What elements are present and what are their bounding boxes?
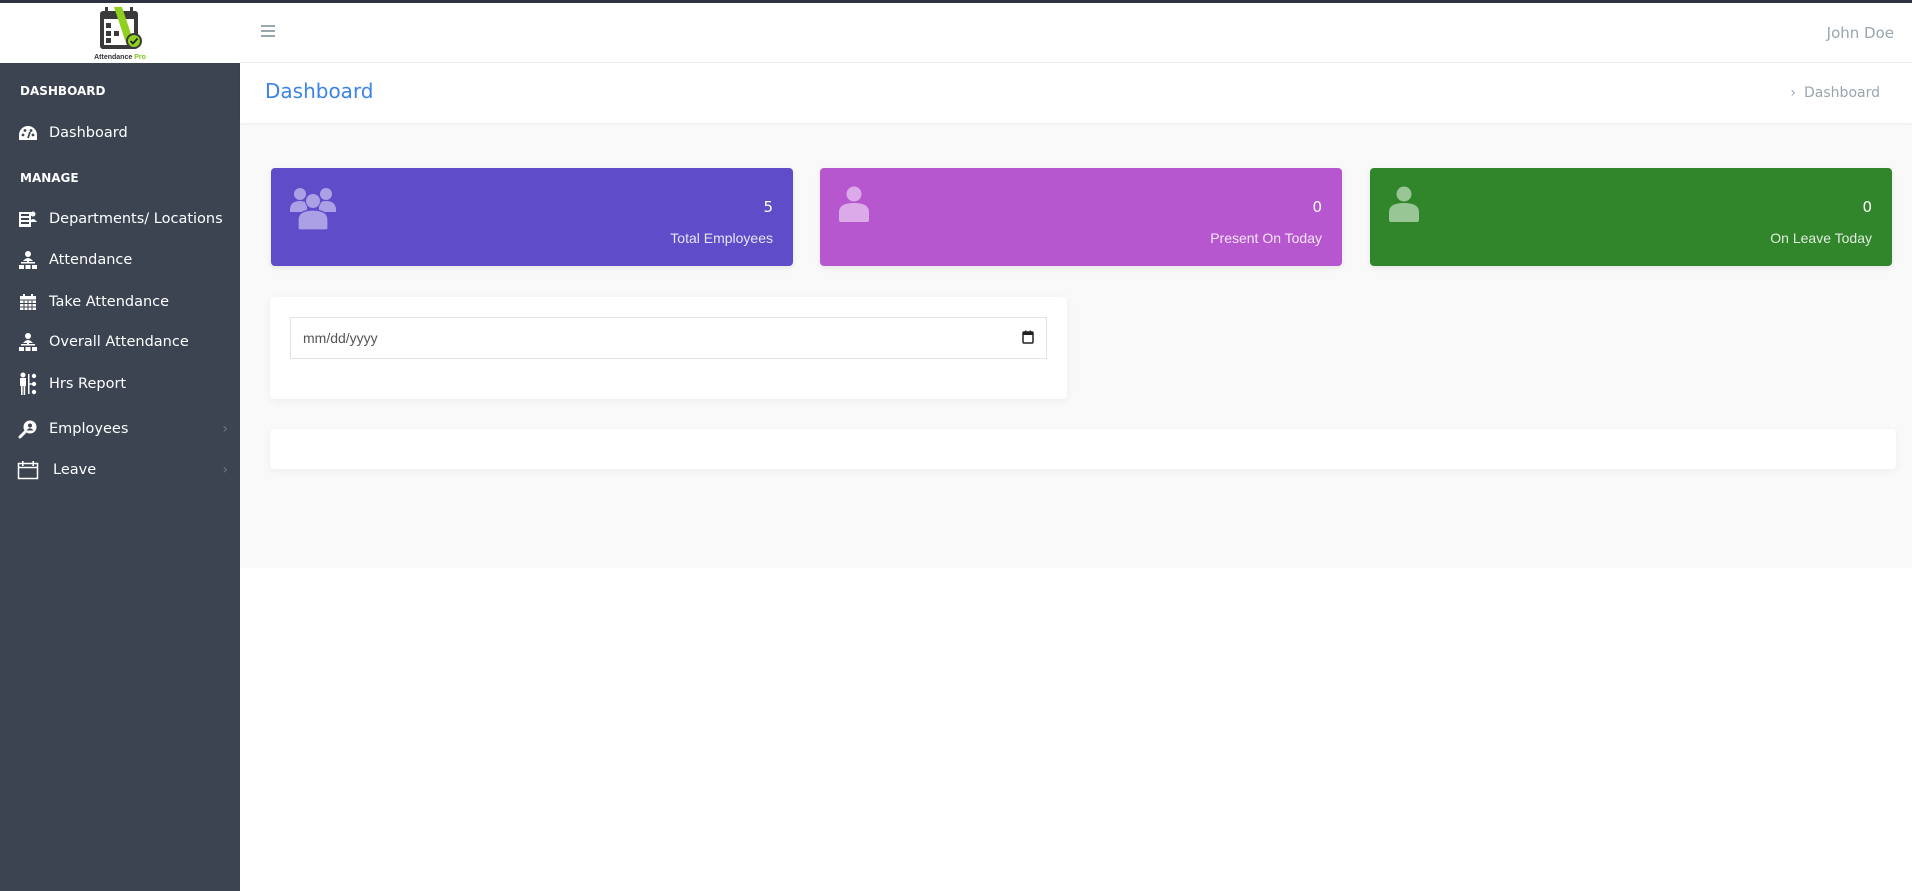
org-chart-icon	[17, 249, 39, 271]
sidebar-item-departments[interactable]: Departments/ Locations	[0, 202, 240, 236]
stat-label: Present On Today	[1210, 230, 1322, 246]
chevron-right-icon: ›	[222, 421, 228, 437]
date-filter-card: mm/dd/yyyy	[270, 297, 1067, 399]
logo-text-accent: Pro	[134, 54, 146, 61]
sidebar: DASHBOARD Dashboard MANAGE Departments/ …	[0, 63, 240, 891]
departments-icon	[17, 208, 39, 230]
breadcrumb-separator-icon: ›	[1790, 85, 1797, 101]
sidebar-item-label: Departments/ Locations	[49, 211, 223, 227]
sidebar-section-manage: MANAGE	[20, 171, 79, 185]
stat-label: Total Employees	[670, 230, 773, 246]
org-chart-icon	[17, 331, 39, 353]
stat-card-total-employees[interactable]: 5 Total Employees	[271, 168, 793, 266]
logo-text: Attendance Pro	[90, 54, 150, 61]
sidebar-item-overall-attendance[interactable]: Overall Attendance	[0, 325, 240, 359]
chevron-right-icon: ›	[222, 462, 228, 478]
user-menu[interactable]: John Doe	[1827, 24, 1894, 42]
results-card	[270, 429, 1896, 469]
date-input[interactable]: mm/dd/yyyy	[290, 317, 1047, 359]
sidebar-item-attendance[interactable]: Attendance	[0, 243, 240, 277]
stat-value: 0	[1312, 198, 1322, 216]
app-logo[interactable]: Attendance Pro	[90, 5, 150, 61]
stat-card-present-today[interactable]: 0 Present On Today	[820, 168, 1342, 266]
breadcrumb-item[interactable]: Dashboard	[1804, 85, 1880, 101]
page-title: Dashboard	[265, 79, 374, 103]
stat-value: 5	[763, 198, 773, 216]
logo-text-main: Attendance	[94, 54, 133, 61]
main-content: Dashboard › Dashboard 5 Total Employees 0…	[240, 63, 1912, 568]
calendar-icon	[17, 459, 39, 481]
hrs-report-icon	[17, 372, 39, 395]
user-icon	[1389, 186, 1419, 227]
sidebar-item-label: Attendance	[49, 252, 133, 268]
calendar-picker-icon[interactable]	[1022, 330, 1034, 347]
calendar-grid-icon	[17, 291, 39, 313]
sidebar-item-label: Hrs Report	[49, 376, 127, 392]
sidebar-item-label: Take Attendance	[49, 294, 170, 310]
logo-container[interactable]: Attendance Pro	[0, 3, 240, 63]
sidebar-item-take-attendance[interactable]: Take Attendance	[0, 285, 240, 319]
page-title-bar: Dashboard › Dashboard	[240, 63, 1912, 123]
sidebar-item-employees[interactable]: Employees ›	[0, 412, 240, 446]
user-icon	[839, 186, 869, 227]
sidebar-item-dashboard[interactable]: Dashboard	[0, 116, 240, 150]
stat-value: 0	[1862, 198, 1872, 216]
sidebar-section-dashboard: DASHBOARD	[20, 84, 106, 98]
date-input-placeholder: mm/dd/yyyy	[303, 330, 378, 346]
topbar: John Doe	[240, 3, 1912, 63]
sidebar-item-hrs-report[interactable]: Hrs Report	[0, 367, 240, 401]
users-icon	[290, 186, 336, 235]
search-user-icon	[17, 418, 39, 440]
sidebar-item-leave[interactable]: Leave ›	[0, 453, 240, 487]
stat-label: On Leave Today	[1770, 230, 1872, 246]
sidebar-item-label: Overall Attendance	[49, 334, 189, 350]
breadcrumb: › Dashboard	[1790, 85, 1880, 101]
sidebar-item-label: Leave	[53, 462, 97, 478]
sidebar-item-label: Employees	[49, 421, 129, 437]
menu-toggle-icon[interactable]	[261, 25, 275, 37]
attendance-logo-icon	[100, 7, 142, 49]
stat-card-on-leave-today[interactable]: 0 On Leave Today	[1370, 168, 1892, 266]
dashboard-icon	[17, 122, 39, 144]
sidebar-item-label: Dashboard	[49, 125, 128, 141]
